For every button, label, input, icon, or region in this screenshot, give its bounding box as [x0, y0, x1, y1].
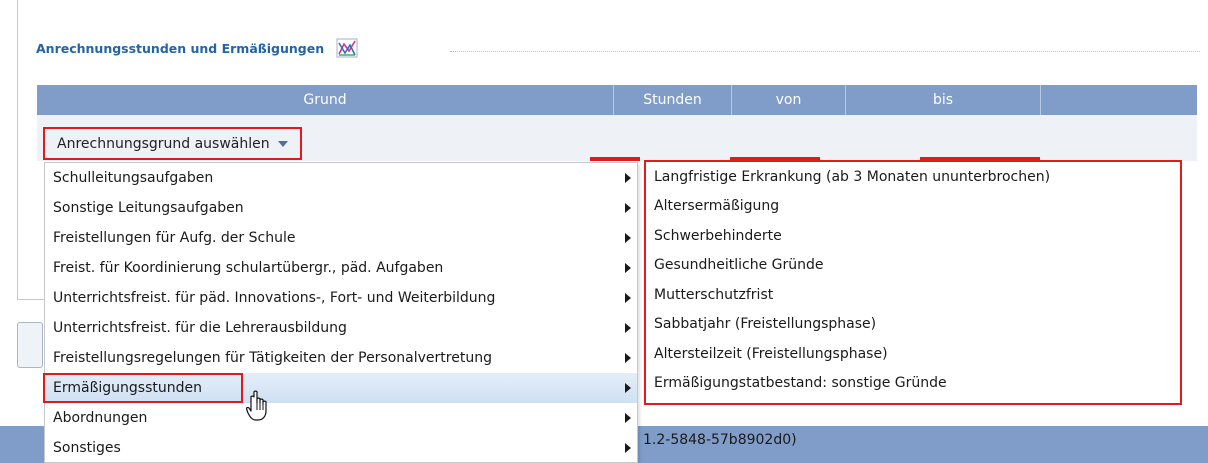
menu-item-ermaessigungsstunden[interactable]: Ermäßigungsstunden — [43, 373, 637, 403]
menu-item-label: Abordnungen — [53, 410, 148, 426]
chevron-down-icon — [277, 140, 288, 147]
submenu-item-erkrankung[interactable]: Langfristige Erkrankung (ab 3 Monaten un… — [646, 162, 1180, 192]
chevron-right-icon — [625, 353, 631, 363]
chevron-right-icon — [625, 383, 631, 393]
menu-item-weiterbildung[interactable]: Unterrichtsfreist. für päd. Innovations-… — [45, 283, 637, 313]
chevron-right-icon — [625, 203, 631, 213]
menu-item-label: Freist. für Koordinierung schulartübergr… — [53, 260, 444, 276]
reason-select-button[interactable]: Anrechnungsgrund auswählen — [43, 127, 302, 160]
add-button[interactable] — [17, 322, 43, 368]
column-header-bis[interactable]: bis — [846, 85, 1041, 115]
reason-select-label: Anrechnungsgrund auswählen — [57, 135, 270, 152]
menu-item-label: Freistellungsregelungen für Tätigkeiten … — [53, 350, 492, 366]
reduction-submenu: Langfristige Erkrankung (ab 3 Monaten un… — [644, 160, 1182, 405]
chevron-right-icon — [625, 173, 631, 183]
column-header-actions — [1041, 85, 1197, 115]
chart-icon[interactable] — [336, 38, 358, 58]
menu-item-label: Unterrichtsfreist. für päd. Innovations-… — [53, 290, 496, 306]
chevron-right-icon — [625, 293, 631, 303]
title-divider — [450, 51, 1200, 52]
menu-item-leitung[interactable]: Sonstige Leitungsaufgaben — [45, 193, 637, 223]
menu-item-label: Freistellungen für Aufg. der Schule — [53, 230, 296, 246]
submenu-item-sonstige-gruende[interactable]: Ermäßigungstatbestand: sonstige Gründe — [646, 369, 1180, 399]
section-header: Anrechnungsstunden und Ermäßigungen — [36, 38, 358, 58]
panel-border — [17, 0, 18, 300]
menu-item-abordnungen[interactable]: Abordnungen — [45, 403, 637, 433]
chevron-right-icon — [625, 263, 631, 273]
chevron-right-icon — [625, 323, 631, 333]
chevron-right-icon — [625, 233, 631, 243]
selection-highlight — [43, 373, 243, 403]
submenu-item-schwerbehinderte[interactable]: Schwerbehinderte — [646, 221, 1180, 251]
reason-menu: Schulleitungsaufgaben Sonstige Leitungsa… — [43, 162, 638, 463]
version-text: 1.2-5848-57b8902d0) — [643, 432, 797, 448]
submenu-item-altersermaessigung[interactable]: Altersermäßigung — [646, 192, 1180, 222]
menu-item-label: Sonstige Leitungsaufgaben — [53, 200, 244, 216]
menu-item-label: Sonstiges — [53, 440, 121, 456]
column-header-stunden[interactable]: Stunden — [614, 85, 732, 115]
menu-item-label: Unterrichtsfreist. für die Lehrerausbild… — [53, 320, 347, 336]
menu-item-freistellungen-schule[interactable]: Freistellungen für Aufg. der Schule — [45, 223, 637, 253]
menu-item-lehrerausbildung[interactable]: Unterrichtsfreist. für die Lehrerausbild… — [45, 313, 637, 343]
field-highlight — [590, 157, 640, 161]
submenu-item-gesundheit[interactable]: Gesundheitliche Gründe — [646, 251, 1180, 281]
column-header-grund[interactable]: Grund — [37, 85, 614, 115]
table-header: Grund Stunden von bis — [37, 85, 1197, 115]
column-header-von[interactable]: von — [732, 85, 846, 115]
hand-pointer-icon — [245, 390, 272, 422]
menu-item-personalvertretung[interactable]: Freistellungsregelungen für Tätigkeiten … — [45, 343, 637, 373]
menu-item-koordinierung[interactable]: Freist. für Koordinierung schulartübergr… — [45, 253, 637, 283]
section-title: Anrechnungsstunden und Ermäßigungen — [36, 40, 325, 56]
submenu-item-mutterschutz[interactable]: Mutterschutzfrist — [646, 280, 1180, 310]
menu-item-label: Schulleitungsaufgaben — [53, 170, 214, 186]
submenu-item-sabbatjahr[interactable]: Sabbatjahr (Freistellungsphase) — [646, 310, 1180, 340]
submenu-item-altersteilzeit[interactable]: Altersteilzeit (Freistellungsphase) — [646, 339, 1180, 369]
chevron-right-icon — [625, 443, 631, 453]
menu-item-schulleitung[interactable]: Schulleitungsaufgaben — [45, 163, 637, 193]
chevron-right-icon — [625, 413, 631, 423]
menu-item-sonstiges[interactable]: Sonstiges — [45, 433, 637, 463]
